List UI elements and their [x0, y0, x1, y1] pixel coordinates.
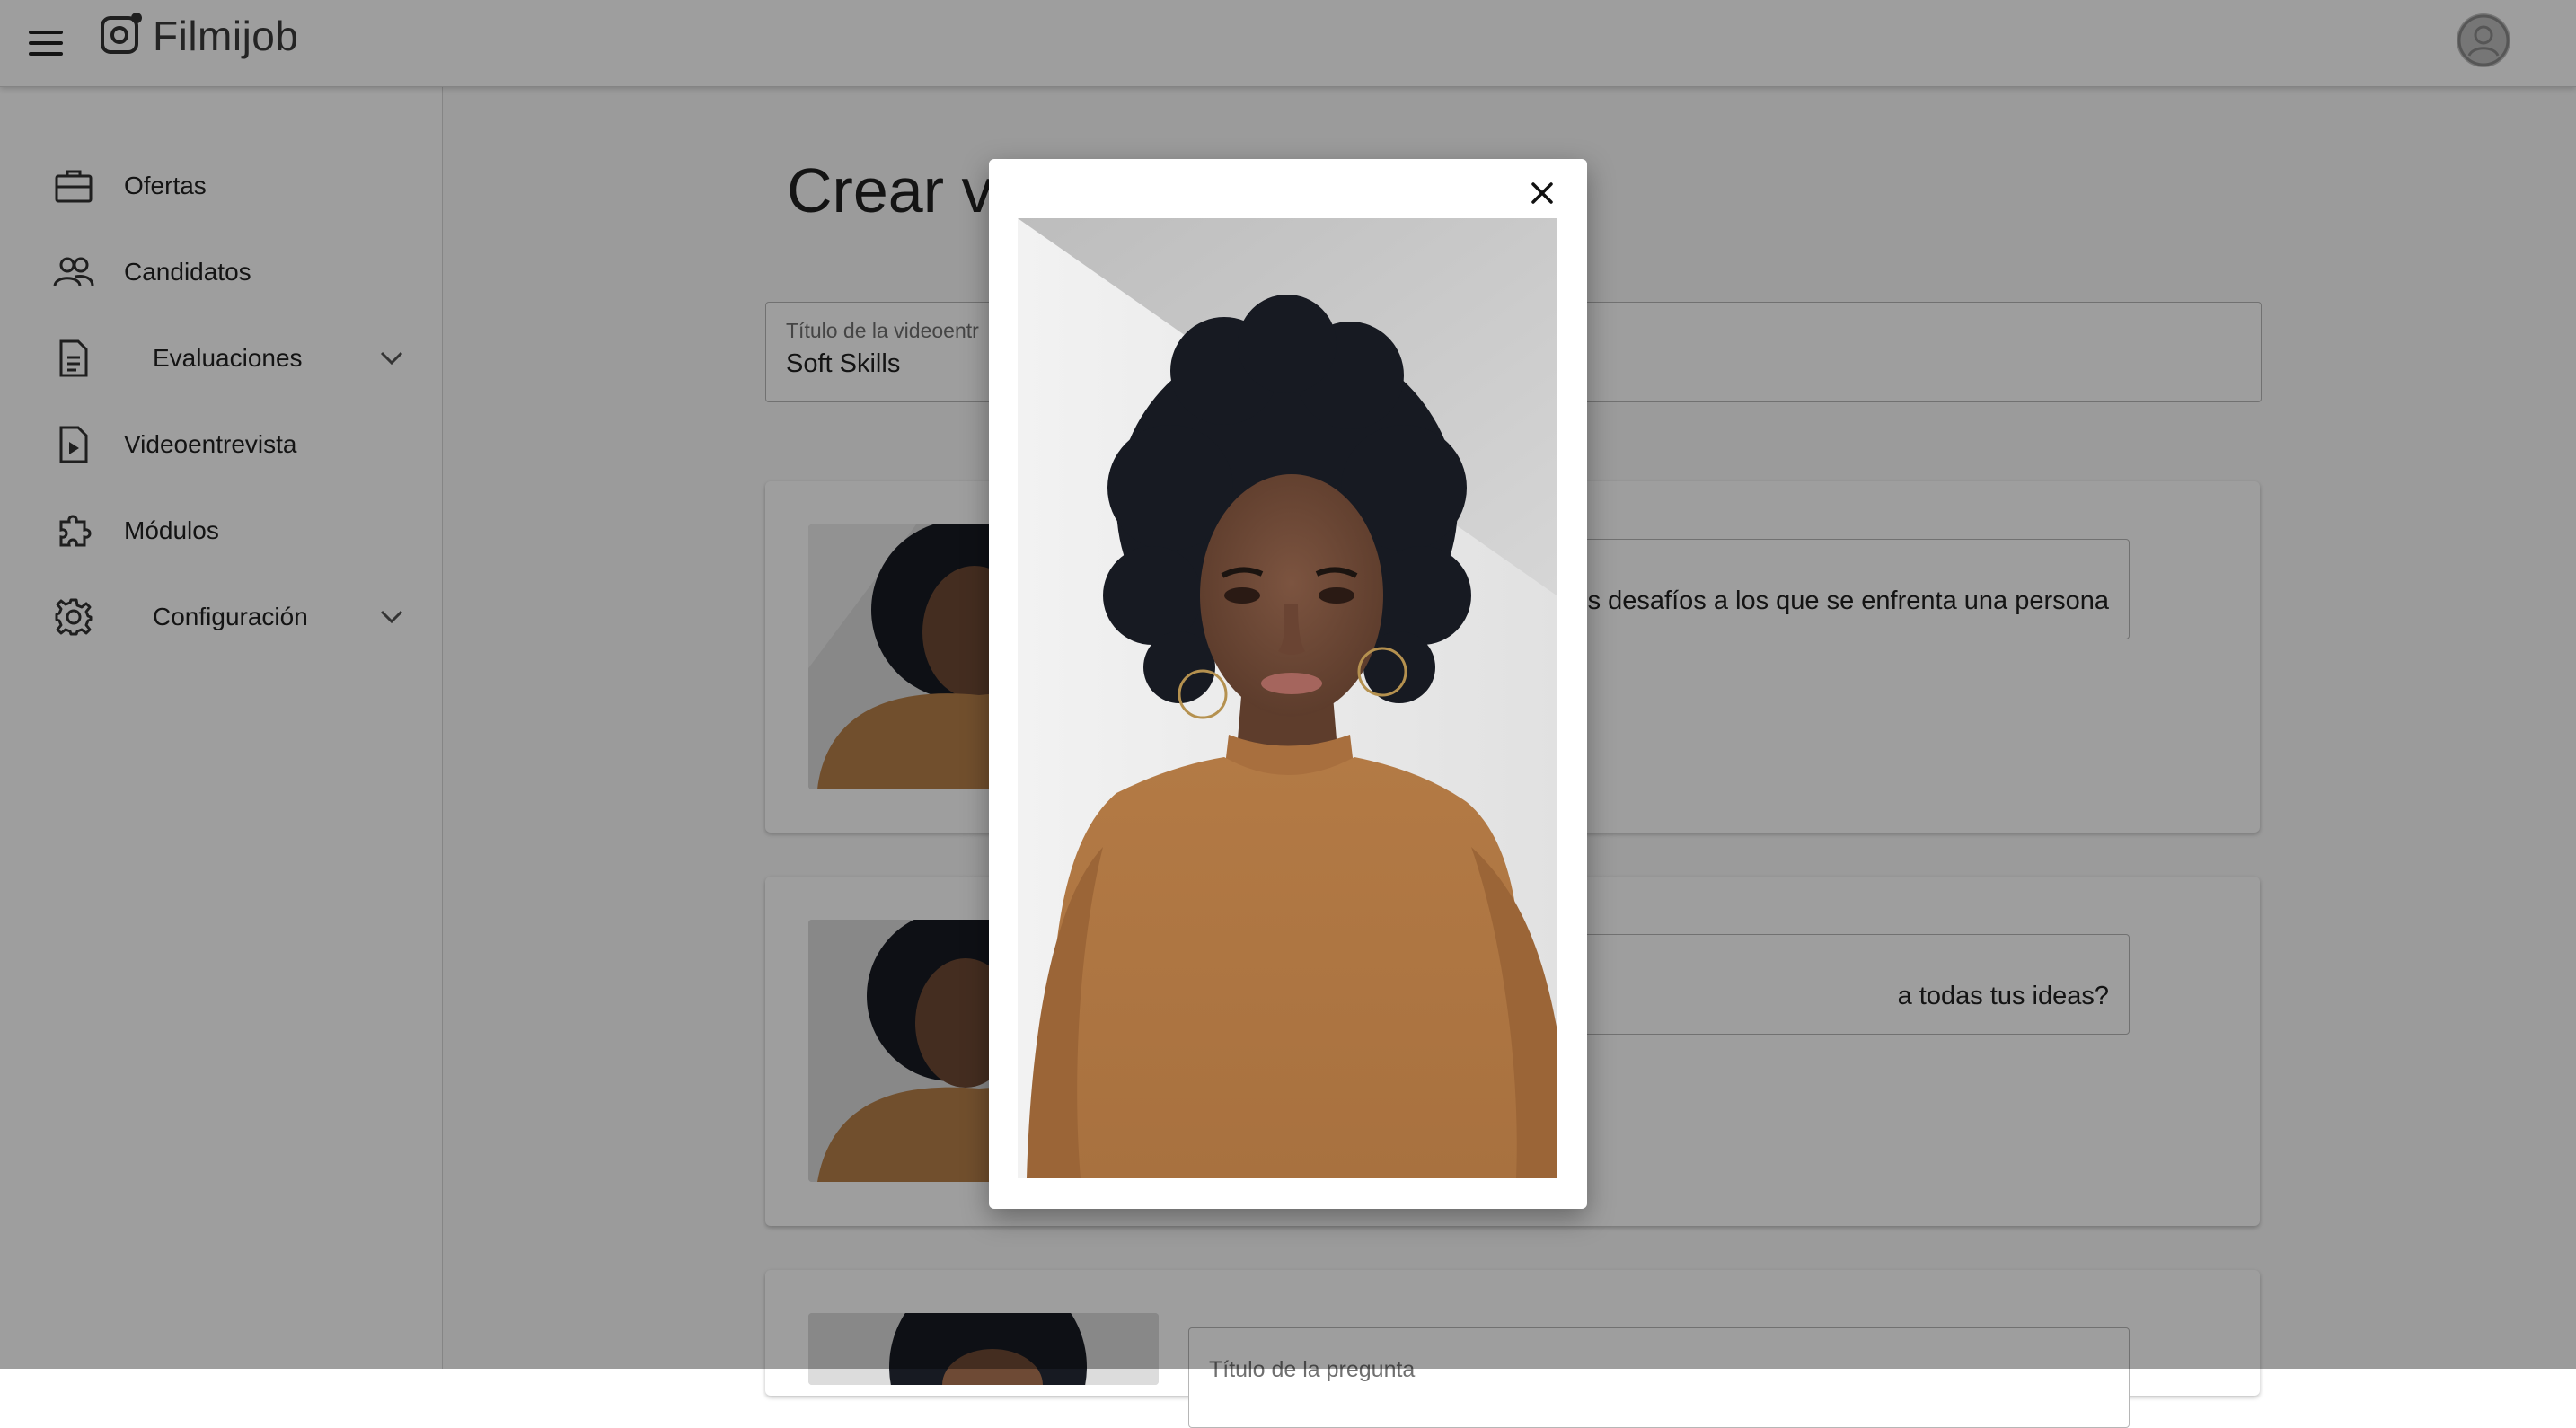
video-player[interactable]: [1018, 218, 1557, 1178]
close-icon[interactable]: [1521, 172, 1564, 215]
video-preview-dialog: [989, 159, 1587, 1209]
